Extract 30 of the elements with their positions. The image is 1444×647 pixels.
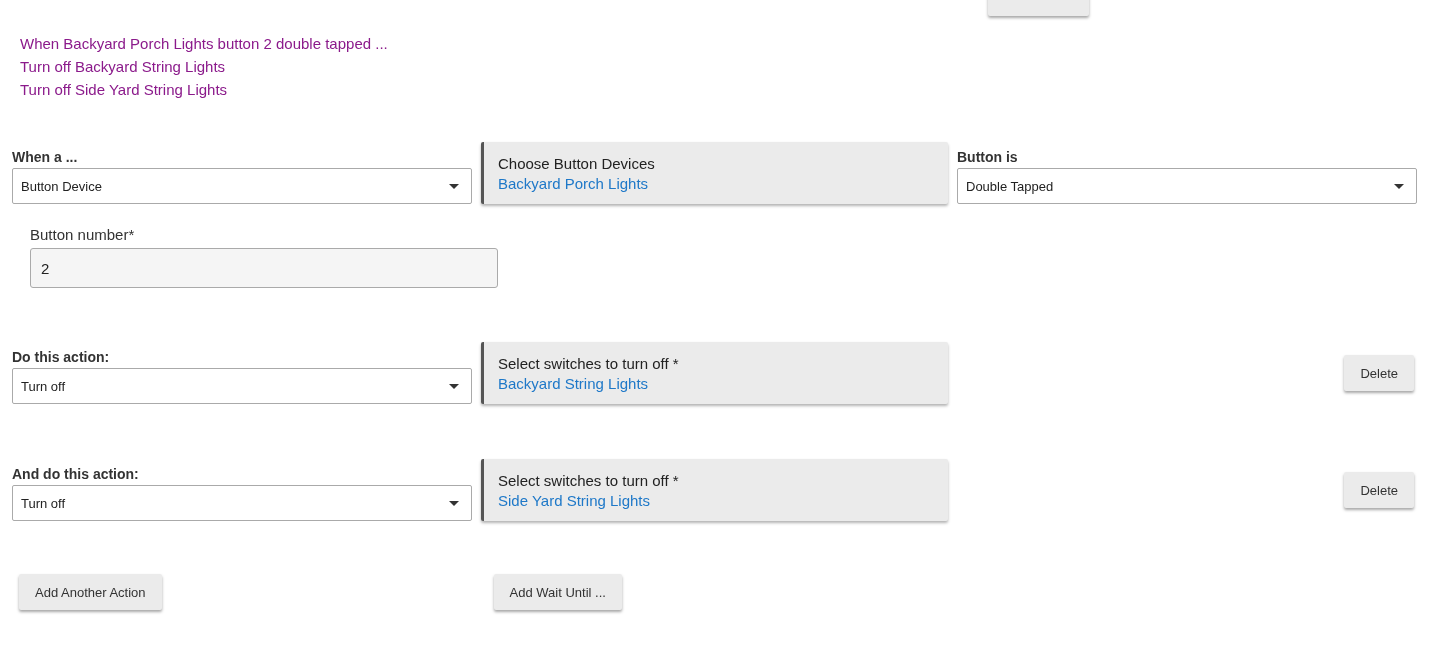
delete-button[interactable]: Delete — [1344, 355, 1414, 391]
action-button[interactable]: Add Wait Until ... — [493, 574, 622, 610]
device-picker[interactable]: Select switches to turn off * Side Yard String Lights — [481, 459, 948, 521]
input-field[interactable]: 2 — [30, 248, 498, 288]
field-label: Button number* — [30, 226, 136, 243]
picker-title: Select switches to turn off * — [498, 471, 680, 489]
field-label: Do this action: — [12, 349, 111, 365]
dropdown-select[interactable]: Button Device — [12, 168, 472, 204]
picker-value: Backyard String Lights — [498, 374, 650, 392]
field-label: Button is — [957, 149, 1019, 165]
device-picker[interactable]: Choose Button Devices Backyard Porch Lights — [481, 142, 948, 204]
caret-icon — [449, 183, 459, 189]
rule-summary-line: Turn off Side Yard String Lights — [20, 80, 229, 100]
field-label: And do this action: — [12, 466, 140, 482]
field-label: When a ... — [12, 149, 79, 165]
action-button[interactable]: Add Another Action — [19, 574, 162, 610]
rule-summary-line: Turn off Backyard String Lights — [20, 57, 227, 77]
picker-value: Backyard Porch Lights — [498, 174, 650, 192]
dropdown-select[interactable]: Turn off — [12, 485, 472, 521]
picker-title: Choose Button Devices — [498, 154, 656, 172]
rule-summary-line: When Backyard Porch Lights button 2 double tapped ... — [20, 34, 389, 54]
device-picker[interactable]: Select switches to turn off * Backyard String Lights — [481, 342, 948, 404]
caret-icon — [449, 500, 459, 506]
dropdown-select[interactable]: Double Tapped — [957, 168, 1417, 204]
picker-value: Side Yard String Lights — [498, 491, 652, 509]
dropdown-select[interactable]: Turn off — [12, 368, 472, 404]
delete-button[interactable]: Delete — [1344, 472, 1414, 508]
caret-icon — [1394, 183, 1404, 189]
caret-icon — [449, 383, 459, 389]
picker-title: Select switches to turn off * — [498, 354, 680, 372]
